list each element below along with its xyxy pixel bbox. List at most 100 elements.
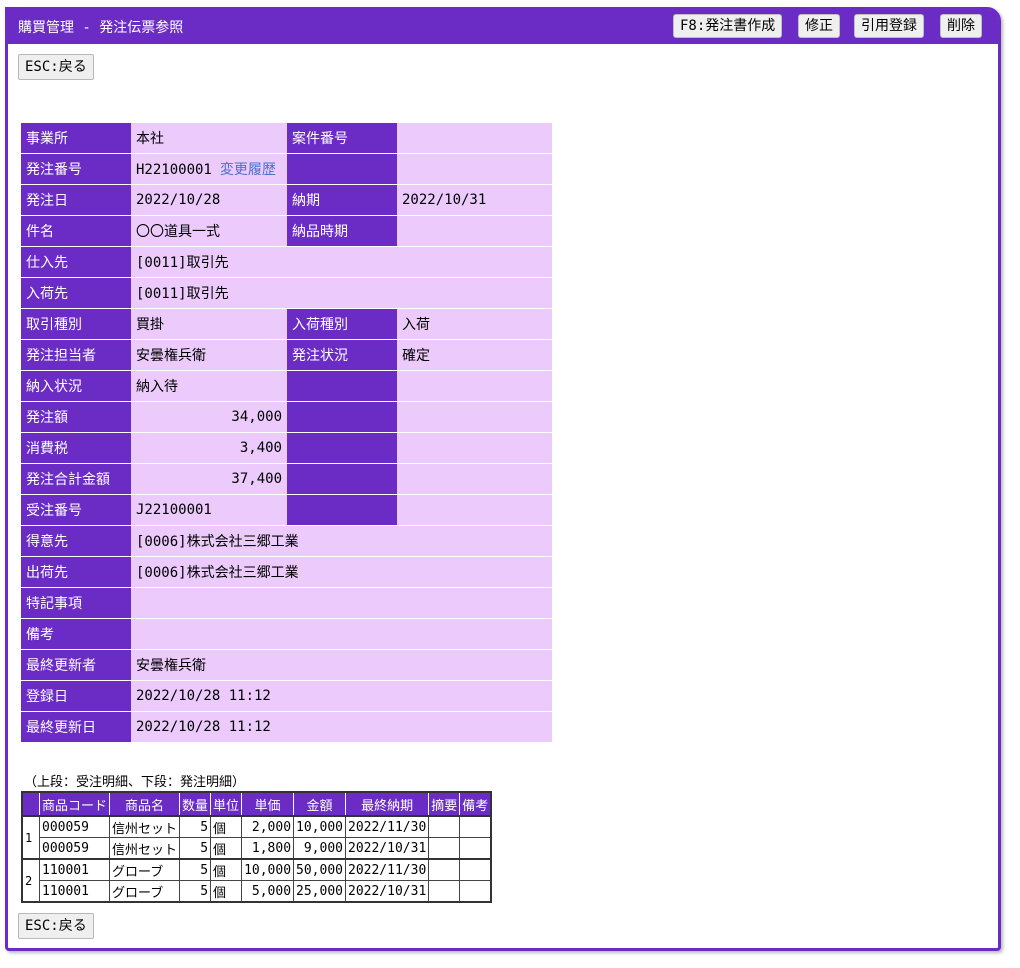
- receipt-no-label: 受注番号: [21, 495, 131, 526]
- item-code: 000059: [38, 815, 111, 838]
- empty-label-cell: [287, 495, 397, 526]
- ship-to-label: 出荷先: [21, 557, 131, 588]
- col-unit-price: 単価: [241, 791, 295, 817]
- table-row: 1 000059 信州セット 5 個 2,000 10,000 2022/11/…: [21, 815, 492, 860]
- unit-price: 10,000: [241, 858, 295, 881]
- item-name: グローブ: [109, 858, 181, 881]
- remarks: [459, 880, 492, 903]
- person-value: 安曇権兵衛: [131, 340, 287, 371]
- delivery-period-label: 納品時期: [287, 216, 397, 247]
- total-label: 発注合計金額: [21, 464, 131, 495]
- quantity: 5: [179, 837, 212, 860]
- detail-table: 商品コード 商品名 数量 単位 単価 金額 最終納期 摘要 備考 1 00005…: [21, 791, 493, 903]
- order-date-value: 2022/10/28: [131, 185, 287, 216]
- order-status-label: 発注状況: [287, 340, 397, 371]
- order-no-label: 発注番号: [21, 154, 131, 185]
- receipt-no-value: J22100001: [131, 495, 287, 526]
- special-label: 特記事項: [21, 588, 131, 619]
- special-value: [131, 588, 552, 619]
- empty-label-cell: [287, 433, 397, 464]
- quantity: 5: [179, 858, 212, 881]
- subject-value: 〇〇道具一式: [131, 216, 287, 247]
- unit-price: 5,000: [241, 880, 295, 903]
- empty-value-cell: [397, 371, 552, 402]
- updated-value: 2022/10/28 11:12: [131, 712, 552, 743]
- detail-caption: （上段：受注明細、下段：発注明細）: [24, 775, 246, 790]
- table-row: 110001 グローブ 5 個 5,000 25,000 2022/10/31: [22, 880, 492, 903]
- final-due: 2022/10/31: [344, 880, 430, 903]
- edit-button[interactable]: 修正: [798, 14, 840, 38]
- updated-by-value: 安曇権兵衛: [131, 650, 552, 681]
- item-name: 信州セット: [109, 815, 181, 838]
- summary: [428, 858, 461, 881]
- detail-header-row: 商品コード 商品名 数量 単位 単価 金額 最終納期 摘要 備考: [21, 791, 492, 817]
- tax-value: 3,400: [131, 433, 287, 464]
- summary: [428, 815, 461, 838]
- create-order-sheet-button[interactable]: F8:発注書作成: [673, 14, 783, 38]
- office-label: 事業所: [21, 123, 131, 154]
- person-label: 発注担当者: [21, 340, 131, 371]
- copy-register-button[interactable]: 引用登録: [854, 14, 924, 38]
- unit: 個: [210, 880, 243, 903]
- group-number: 2: [21, 858, 40, 903]
- table-row: 2 110001 グローブ 5 個 10,000 50,000 2022/11/…: [21, 858, 492, 903]
- col-item-name: 商品名: [109, 791, 181, 817]
- summary: [428, 880, 461, 903]
- title-bar: 購買管理 - 発注伝票参照 F8:発注書作成 修正 引用登録 削除: [8, 10, 998, 44]
- tax-label: 消費税: [21, 433, 131, 464]
- col-remarks: 備考: [459, 791, 492, 817]
- case-no-label: 案件番号: [287, 123, 397, 154]
- order-no-value: H22100001: [136, 162, 212, 178]
- subject-label: 件名: [21, 216, 131, 247]
- empty-value-cell: [397, 402, 552, 433]
- receive-type-label: 入荷種別: [287, 309, 397, 340]
- col-unit: 単位: [210, 791, 243, 817]
- window-frame: 購買管理 - 発注伝票参照 F8:発注書作成 修正 引用登録 削除 ESC:戻る…: [5, 7, 1001, 951]
- unit-price: 2,000: [241, 815, 295, 838]
- group-no-header: [21, 791, 40, 817]
- supplier-value: [0011]取引先: [131, 247, 552, 278]
- item-name: 信州セット: [109, 837, 181, 860]
- remarks: [459, 858, 492, 881]
- empty-value-cell: [397, 464, 552, 495]
- amount: 9,000: [293, 837, 346, 860]
- trade-type-label: 取引種別: [21, 309, 131, 340]
- back-button-top[interactable]: ESC:戻る: [18, 54, 94, 80]
- delete-button[interactable]: 削除: [940, 14, 982, 38]
- change-history-link[interactable]: 変更履歴: [220, 162, 276, 178]
- total-value: 37,400: [131, 464, 287, 495]
- due-label: 納期: [287, 185, 397, 216]
- case-no-value: [397, 123, 552, 154]
- quantity: 5: [179, 815, 212, 838]
- order-date-label: 発注日: [21, 185, 131, 216]
- office-value: 本社: [131, 123, 287, 154]
- table-row: 000059 信州セット 5 個 1,800 9,000 2022/10/31: [22, 837, 492, 860]
- item-code: 110001: [38, 858, 111, 881]
- empty-label-cell: [287, 402, 397, 433]
- final-due: 2022/11/30: [344, 858, 430, 881]
- page-title: 購買管理 - 発注伝票参照: [18, 20, 184, 36]
- remarks: [459, 815, 492, 838]
- order-status-value: 確定: [397, 340, 552, 371]
- summary: [428, 837, 461, 860]
- back-button-bottom[interactable]: ESC:戻る: [18, 913, 94, 939]
- receive-from-value: [0011]取引先: [131, 278, 552, 309]
- receive-from-label: 入荷先: [21, 278, 131, 309]
- supplier-label: 仕入先: [21, 247, 131, 278]
- memo-label: 備考: [21, 619, 131, 650]
- delivery-status-label: 納入状況: [21, 371, 131, 402]
- order-no-cell: H22100001 変更履歴: [131, 154, 287, 185]
- delivery-status-value: 納入待: [131, 371, 287, 402]
- due-value: 2022/10/31: [397, 185, 552, 216]
- delivery-period-value: [397, 216, 552, 247]
- col-item-code: 商品コード: [38, 791, 111, 817]
- registered-value: 2022/10/28 11:12: [131, 681, 552, 712]
- registered-label: 登録日: [21, 681, 131, 712]
- empty-value-cell: [397, 154, 552, 185]
- col-quantity: 数量: [179, 791, 212, 817]
- empty-value-cell: [397, 495, 552, 526]
- amount-value: 34,000: [131, 402, 287, 433]
- amount-label: 発注額: [21, 402, 131, 433]
- col-final-due: 最終納期: [344, 791, 430, 817]
- order-info-table: 事業所 本社 案件番号 発注番号 H22100001 変更履歴 発注日 2022/…: [21, 123, 552, 743]
